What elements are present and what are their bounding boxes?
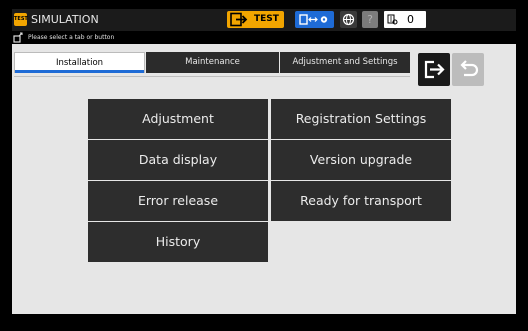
bottom-bar [0, 314, 528, 331]
exit-button[interactable] [418, 53, 450, 86]
exit-icon [424, 60, 445, 79]
globe-icon [342, 13, 355, 26]
help-icon: ? [367, 13, 373, 26]
registration-settings-button[interactable]: Registration Settings [271, 99, 451, 139]
status-message: Please select a tab or button [28, 34, 115, 41]
tab-installation[interactable]: Installation [14, 52, 145, 73]
adjustment-button[interactable]: Adjustment [88, 99, 268, 139]
history-button[interactable]: History [88, 222, 268, 262]
main-content: Installation Maintenance Adjustment and … [12, 44, 516, 314]
help-button[interactable]: ? [362, 11, 378, 28]
tab-divider [14, 76, 410, 77]
counter-icon [387, 14, 398, 25]
data-display-button[interactable]: Data display [88, 140, 268, 180]
error-release-button[interactable]: Error release [88, 181, 268, 221]
ready-for-transport-button[interactable]: Ready for transport [271, 181, 451, 221]
network-button[interactable] [340, 11, 357, 28]
return-arrow-icon [460, 60, 479, 77]
version-upgrade-button[interactable]: Version upgrade [271, 140, 451, 180]
test-mode-button[interactable]: TEST [227, 11, 284, 28]
tab-adjustment-and-settings[interactable]: Adjustment and Settings [280, 52, 410, 73]
app-frame: TEST SIMULATION TEST ? 0 Please select a… [0, 0, 528, 331]
exit-test-icon [230, 12, 248, 27]
connection-settings-button[interactable] [295, 11, 334, 28]
device-link-icon [299, 14, 328, 25]
counter-value: 0 [407, 13, 414, 26]
test-mode-label: TEST [254, 14, 279, 24]
test-mode-badge-icon: TEST [14, 13, 28, 26]
back-button[interactable] [452, 53, 484, 86]
top-bar: TEST SIMULATION TEST ? 0 [12, 9, 516, 31]
job-counter: 0 [384, 11, 426, 28]
tab-maintenance[interactable]: Maintenance [146, 52, 279, 73]
message-bar: Please select a tab or button [12, 31, 516, 44]
device-status-icon [13, 32, 23, 43]
app-title: SIMULATION [31, 13, 99, 26]
